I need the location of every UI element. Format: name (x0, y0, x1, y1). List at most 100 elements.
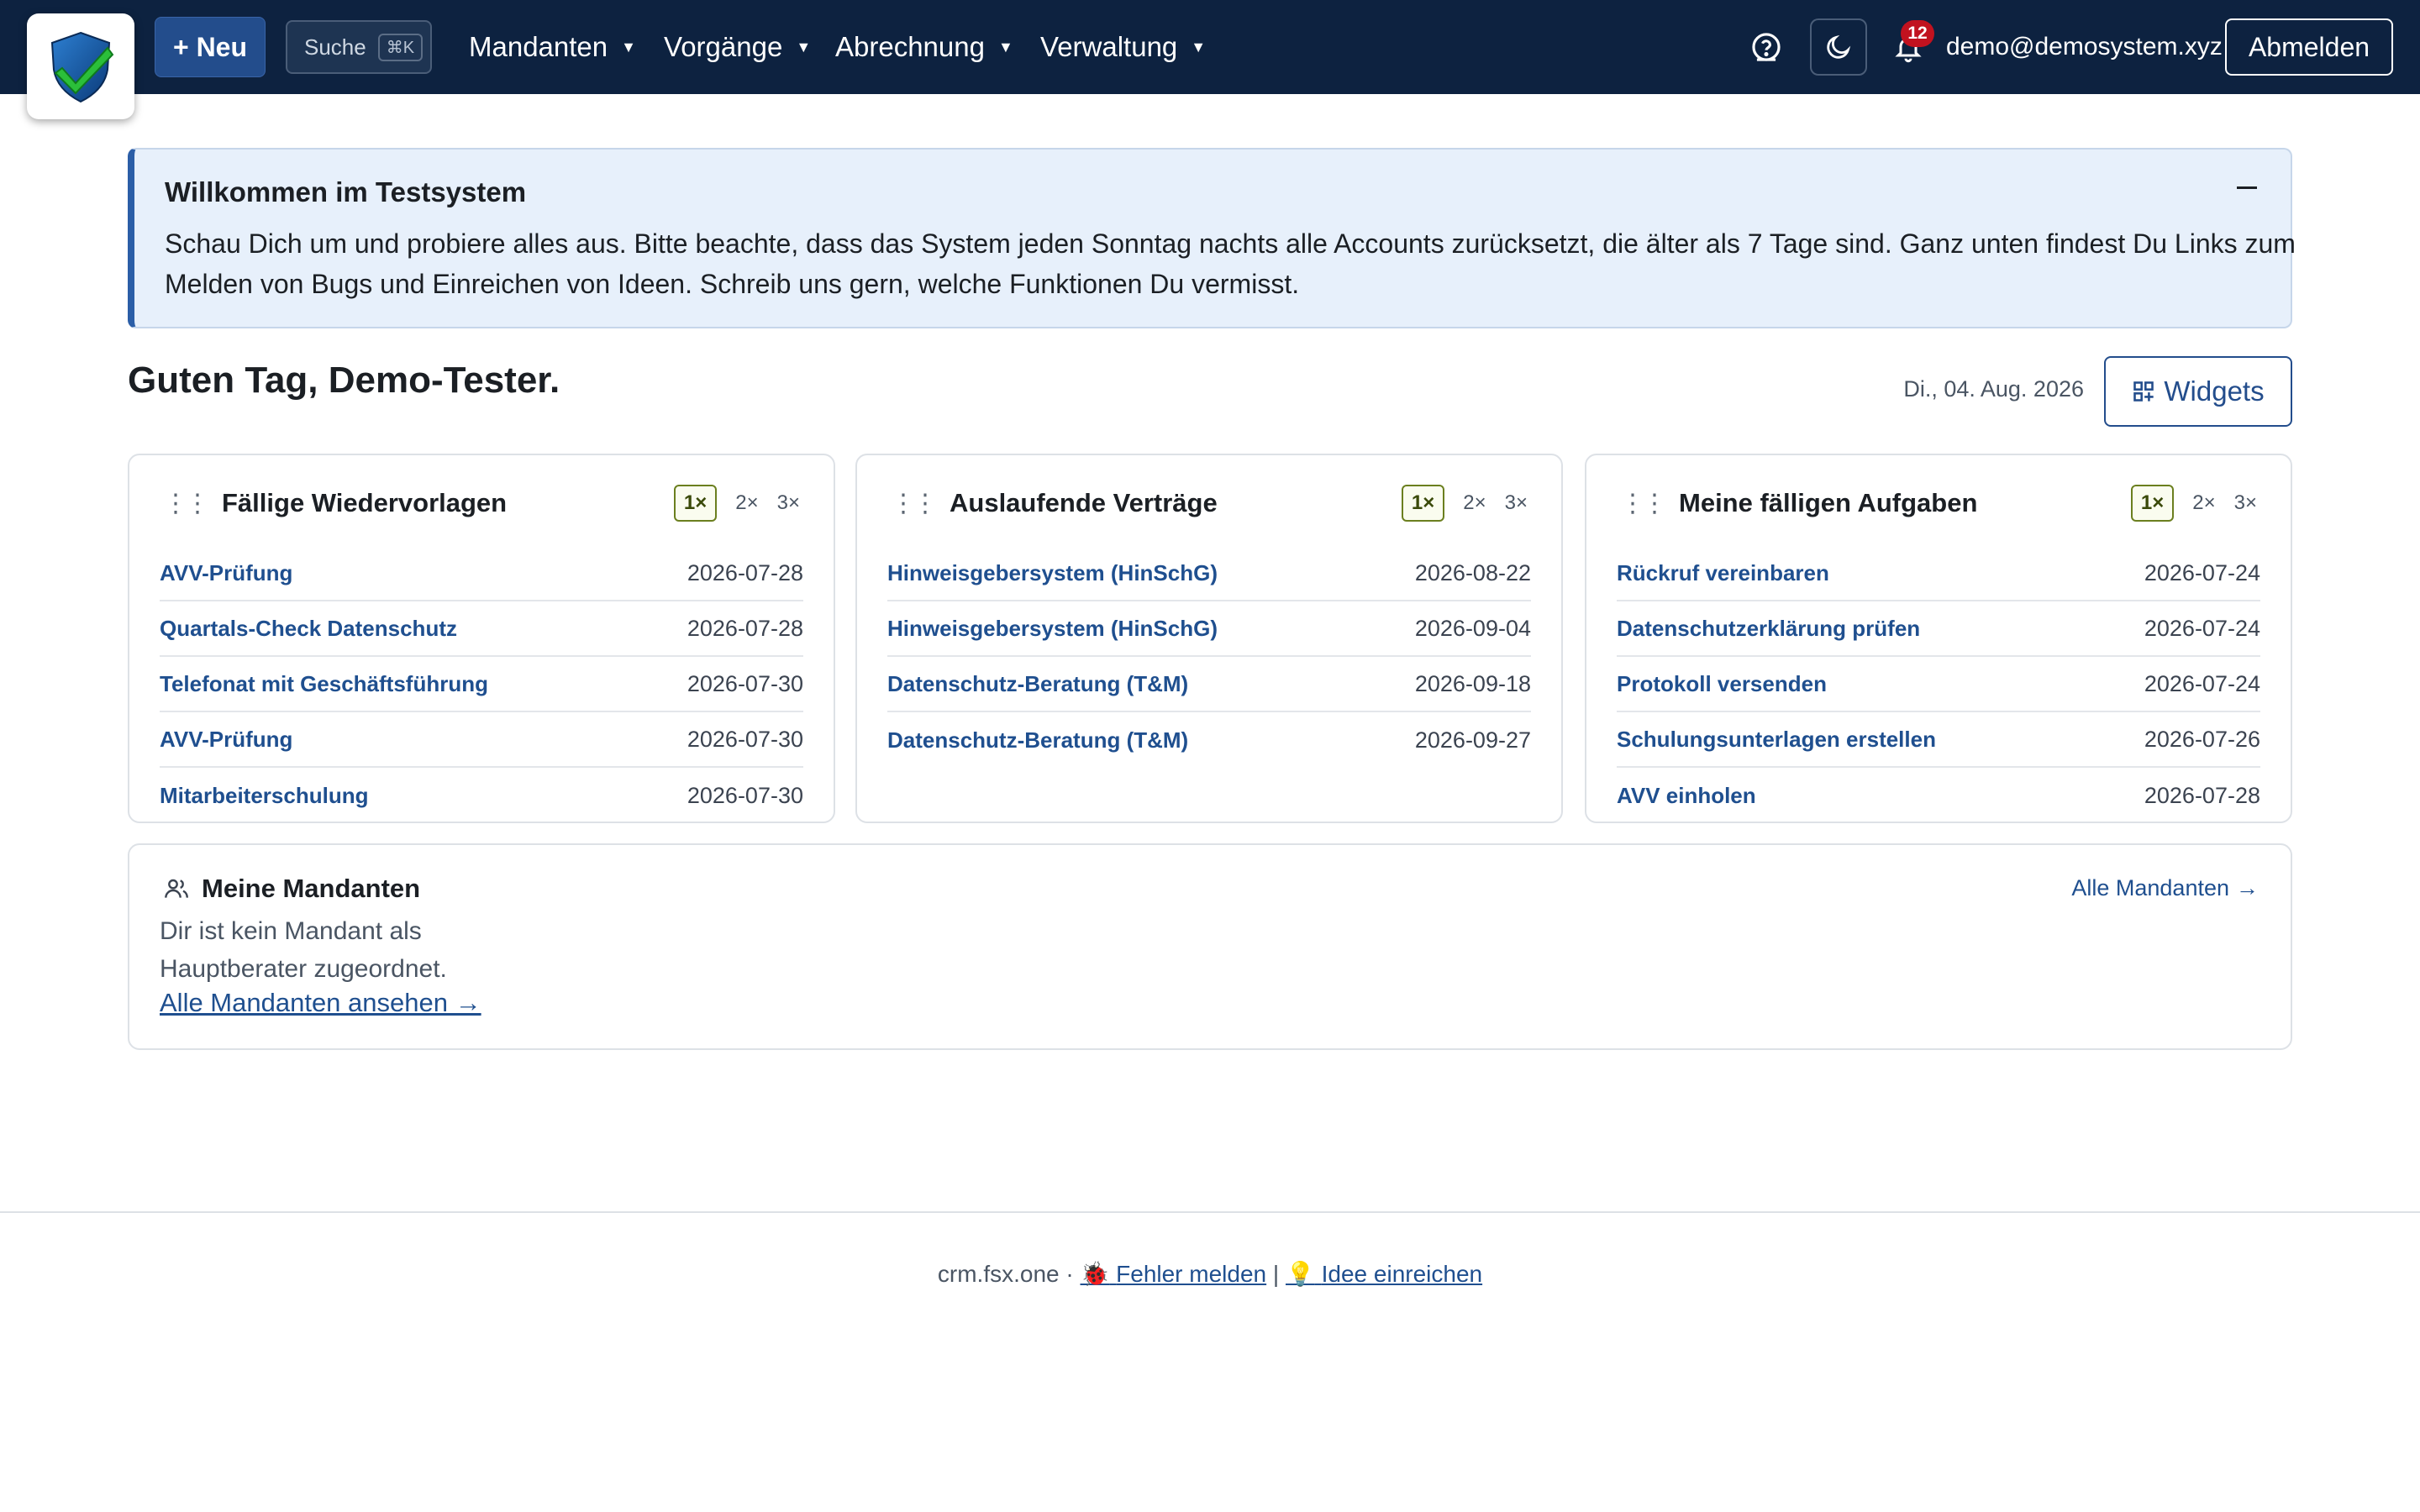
list-item-date: 2026-09-27 (1414, 727, 1531, 753)
footer-divider (0, 1211, 2420, 1213)
bug-link-label: Fehler melden (1116, 1261, 1267, 1287)
list-item: Quartals-Check Datenschutz 2026-07-28 (160, 601, 803, 657)
list-item-link[interactable]: Hinweisgebersystem (HinSchG) (887, 560, 1218, 586)
list-item-link[interactable]: Datenschutz-Beratung (T&M) (887, 727, 1188, 753)
search-label: Suche (304, 34, 366, 60)
list-item-link[interactable]: Schulungsunterlagen erstellen (1617, 727, 1936, 753)
nav-menu-mandanten[interactable]: Mandanten ▼ (469, 0, 636, 94)
card-list: Hinweisgebersystem (HinSchG) 2026-08-22 H… (887, 546, 1531, 768)
size-option-3x[interactable]: 3× (1505, 491, 1528, 515)
list-item-date: 2026-09-18 (1414, 670, 1531, 696)
users-icon (165, 879, 188, 898)
alle-mandanten-ansehen-link[interactable]: Alle Mandanten ansehen → (160, 988, 481, 1018)
current-date: Di., 04. Aug. 2026 (1903, 376, 2084, 402)
list-item: Hinweisgebersystem (HinSchG) 2026-09-04 (887, 601, 1531, 657)
search-button[interactable]: Suche ⌘K (286, 20, 432, 74)
app-logo[interactable] (27, 13, 134, 119)
card-header: ⋮⋮ Auslaufende Verträge 1× 2× 3× (891, 482, 1528, 524)
logout-button[interactable]: Abmelden (2225, 18, 2393, 76)
list-item: Rückruf vereinbaren 2026-07-24 (1617, 546, 2260, 601)
shield-check-logo-icon (50, 31, 114, 103)
widgets-button[interactable]: Widgets (2104, 356, 2292, 427)
size-option-1x[interactable]: 1× (1401, 485, 1445, 522)
alert-title: Willkommen im Testsystem (165, 176, 527, 207)
card-title: Meine Mandanten (202, 874, 421, 903)
drag-handle-icon[interactable]: ⋮⋮ (1620, 489, 1667, 518)
widgets-label: Widgets (2164, 375, 2265, 407)
size-option-2x[interactable]: 2× (1463, 491, 1486, 515)
bug-icon: 🐞 (1080, 1261, 1110, 1287)
list-item-date: 2026-07-24 (2144, 615, 2260, 641)
card-title: Meine fälligen Aufgaben (1679, 488, 1978, 517)
collapse-icon[interactable] (2237, 186, 2257, 189)
size-option-2x[interactable]: 2× (735, 491, 758, 515)
footer: crm.fsx.one · 🐞 Fehler melden | 💡 Idee e… (0, 1260, 2420, 1288)
size-option-3x[interactable]: 3× (2234, 491, 2257, 515)
arrow-right-icon: → (2236, 875, 2259, 900)
list-item-date: 2026-07-26 (2144, 726, 2260, 752)
card-header: ⋮⋮ Meine fälligen Aufgaben 1× 2× 3× (1620, 482, 2257, 524)
size-switch: 1× 2× 3× (673, 485, 800, 522)
list-item-link[interactable]: Hinweisgebersystem (HinSchG) (887, 616, 1218, 642)
drag-handle-icon[interactable]: ⋮⋮ (163, 489, 210, 518)
footer-separator: | (1272, 1261, 1280, 1287)
list-item: Telefonat mit Geschäftsführung 2026-07-30 (160, 657, 803, 712)
list-item: Datenschutz-Beratung (T&M) 2026-09-18 (887, 657, 1531, 712)
notification-count-badge: 12 (1901, 20, 1934, 47)
nav-menu-label: Mandanten (469, 31, 608, 62)
nav-menu-vorgaenge[interactable]: Vorgänge ▼ (664, 0, 811, 94)
list-item-link[interactable]: Rückruf vereinbaren (1617, 560, 1829, 586)
list-item-link[interactable]: Datenschutz-Beratung (T&M) (887, 671, 1188, 697)
size-option-1x[interactable]: 1× (673, 485, 718, 522)
list-item-link[interactable]: Protokoll versenden (1617, 671, 1827, 697)
search-shortcut: ⌘K (377, 33, 424, 61)
list-item-link[interactable]: Telefonat mit Geschäftsführung (160, 671, 488, 697)
theme-toggle-button[interactable] (1810, 18, 1867, 76)
empty-state-text: Dir ist kein Mandant als Hauptberater zu… (160, 917, 447, 983)
list-item-date: 2026-07-28 (687, 559, 803, 585)
list-item-link[interactable]: AVV-Prüfung (160, 727, 292, 753)
list-item-link[interactable]: Quartals-Check Datenschutz (160, 616, 457, 642)
list-item: AVV-Prüfung 2026-07-30 (160, 712, 803, 768)
alert-text: Schau Dich um und probiere alles aus. Bi… (165, 228, 2296, 299)
submit-idea-link[interactable]: 💡 Idee einreichen (1286, 1261, 1482, 1287)
list-item-link[interactable]: Mitarbeiterschulung (160, 783, 368, 809)
widget-faellige-wiedervorlagen: ⋮⋮ Fällige Wiedervorlagen 1× 2× 3× AVV-P… (128, 454, 835, 823)
list-item: Schulungsunterlagen erstellen 2026-07-26 (1617, 712, 2260, 768)
size-option-1x[interactable]: 1× (2130, 485, 2175, 522)
size-option-2x[interactable]: 2× (2192, 491, 2215, 515)
list-item-link[interactable]: AVV-Prüfung (160, 560, 292, 586)
drag-handle-icon[interactable]: ⋮⋮ (891, 489, 938, 518)
report-bug-link[interactable]: 🐞 Fehler melden (1080, 1261, 1266, 1287)
footer-domain: crm.fsx.one · (937, 1261, 1074, 1287)
size-option-3x[interactable]: 3× (777, 491, 800, 515)
list-item-link[interactable]: AVV einholen (1617, 783, 1756, 809)
list-item: AVV-Prüfung 2026-07-28 (160, 546, 803, 601)
user-email[interactable]: demo@demosystem.xyz (1946, 0, 2223, 94)
list-item-date: 2026-07-30 (687, 670, 803, 696)
list-item: Datenschutz-Beratung (T&M) 2026-09-27 (887, 712, 1531, 768)
size-switch: 1× 2× 3× (2130, 485, 2257, 522)
nav-menu-abrechnung[interactable]: Abrechnung ▼ (835, 0, 1013, 94)
list-item: AVV einholen 2026-07-28 (1617, 768, 2260, 823)
card-list: Rückruf vereinbaren 2026-07-24 Datenschut… (1617, 546, 2260, 823)
help-icon[interactable] (1749, 30, 1783, 64)
list-item-link[interactable]: Datenschutzerklärung prüfen (1617, 616, 1920, 642)
alle-mandanten-link[interactable]: Alle Mandanten → (2071, 875, 2259, 901)
widget-meine-faelligen-aufgaben: ⋮⋮ Meine fälligen Aufgaben 1× 2× 3× Rück… (1585, 454, 2292, 823)
list-item-date: 2026-07-28 (687, 615, 803, 641)
idea-link-label: Idee einreichen (1321, 1261, 1483, 1287)
new-button[interactable]: + Neu (155, 17, 266, 77)
card-title: Auslaufende Verträge (950, 488, 1218, 517)
nav-menu-label: Verwaltung (1040, 31, 1178, 62)
caret-down-icon: ▼ (621, 38, 636, 55)
link-label: Alle Mandanten (2071, 875, 2229, 900)
lightbulb-icon: 💡 (1285, 1261, 1315, 1287)
widget-auslaufende-vertraege: ⋮⋮ Auslaufende Verträge 1× 2× 3× Hinweis… (855, 454, 1563, 823)
nav-menu-verwaltung[interactable]: Verwaltung ▼ (1040, 0, 1206, 94)
list-item-date: 2026-09-04 (1414, 615, 1531, 641)
list-item-date: 2026-08-22 (1414, 559, 1531, 585)
list-item-date: 2026-07-24 (2144, 670, 2260, 696)
moon-icon (1827, 34, 1851, 59)
card-list: AVV-Prüfung 2026-07-28 Quartals-Check Dat… (160, 546, 803, 823)
